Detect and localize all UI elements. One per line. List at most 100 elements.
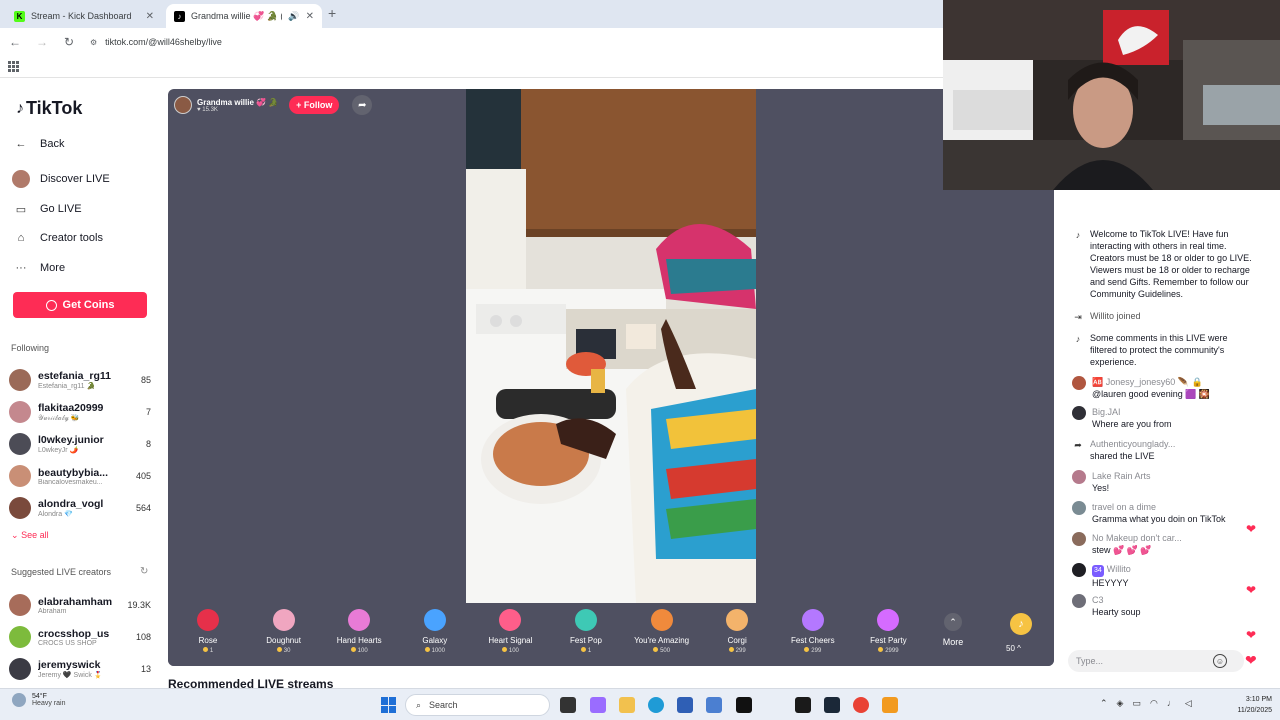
following-item[interactable]: flakitaa20999 𝒴𝓊𝓇𝒾𝒾𝒷𝒶𝒷𝓎 🐝 7 [9,398,151,426]
discover-live-link[interactable]: Discover LIVE [12,170,110,188]
network-icon[interactable]: ▭ [1132,698,1141,709]
chat-username[interactable]: Big.JAI [1092,406,1172,418]
gift-item[interactable]: Heart Signal 100 [475,609,545,654]
go-live-link[interactable]: ▭ Go LIVE [12,200,82,218]
gift-item[interactable]: You're Amazing 500 [627,609,697,654]
avatar[interactable] [1072,594,1086,608]
gift-item[interactable]: Fest Cheers 299 [778,609,848,654]
viewer-count: 19.3K [127,600,151,610]
following-item[interactable]: l0wkey.junior L0wkeyJr 🌶️ 8 [9,430,151,458]
tiktok-app-icon[interactable] [736,697,752,713]
suggested-item[interactable]: elabrahamham Abraham 19.3K [9,591,151,619]
more-gifts-button[interactable]: ⌃ More [938,609,968,647]
nav-label: Discover LIVE [40,173,110,185]
obs-icon[interactable] [795,697,811,713]
coins-balance-icon[interactable]: ♪ [1010,613,1032,635]
more-link[interactable]: ··· More [12,259,66,277]
see-all-link[interactable]: ⌄ See all [11,530,49,541]
back-icon[interactable]: ← [3,35,27,49]
gift-price: 100 [475,647,545,654]
app-icon[interactable] [882,697,898,713]
avatar [9,658,31,680]
security-icon[interactable]: ◈ [1117,698,1124,709]
address-bar[interactable]: ⚙ tiktok.com/@will46shelby/live [84,32,944,52]
get-coins-button[interactable]: Get Coins [13,292,147,318]
clock[interactable]: 3:10 PM 11/20/2025 [1224,694,1272,716]
wifi-icon[interactable]: ◠ [1150,698,1158,709]
chat-username[interactable]: No Makeup don't car... [1092,532,1182,544]
following-item[interactable]: alondra_vogl Alondra 💎 564 [9,494,151,522]
windows-start-icon[interactable] [381,697,397,713]
gift-item[interactable]: Corgi 299 [702,609,772,654]
rain-cloud-icon [12,693,26,707]
chat-username[interactable]: Lake Rain Arts [1092,470,1151,482]
chrome-icon[interactable] [853,697,869,713]
close-tab-icon[interactable]: ✕ [306,11,314,22]
steam-icon[interactable] [824,697,840,713]
back-link[interactable]: ← Back [12,135,65,153]
close-tab-icon[interactable]: ✕ [146,11,154,22]
avatar [9,497,31,519]
volume-icon[interactable]: ◁ [1185,698,1192,709]
avatar[interactable] [1072,406,1086,420]
gift-item[interactable]: Fest Pop 1 [551,609,621,654]
suggested-nickname: Jeremy 🖤 Swick 🎖️ [38,672,103,679]
creator-tools-link[interactable]: ⌂ Creator tools [12,229,103,247]
gift-item[interactable]: Galaxy 1000 [400,609,470,654]
store-icon[interactable] [677,697,693,713]
coins-balance[interactable]: 50 ^ [1006,644,1021,653]
emoji-icon[interactable]: ☺ [1213,654,1227,668]
following-item[interactable]: beautybybia... Biancalovesmakeu... 405 [9,462,151,490]
gift-name: Rose [198,636,218,645]
gift-price-value: 2999 [885,648,899,654]
browser-tab-tiktok[interactable]: ♪ Grandma willie 💞 🐊 (@wi 🔊 ✕ [166,4,322,28]
taskbar-search[interactable]: ⌕ Search [405,694,550,716]
task-view-icon[interactable] [560,697,576,713]
chat-username[interactable]: 34 Willito [1092,563,1131,577]
chat-username[interactable]: travel on a dime [1092,501,1226,513]
avatar[interactable] [1072,470,1086,484]
live-player[interactable]: Grandma willie 💞 🐊 ♥ 15.3K + Follow ➦ Ro… [168,89,1054,666]
follow-button[interactable]: + Follow [289,96,340,114]
forward-icon[interactable]: → [30,35,54,49]
avatar[interactable] [1072,563,1086,577]
nav-label: Back [40,138,65,150]
chat-username[interactable]: C3 [1092,594,1141,606]
chat-message: ♪ Some comments in this LIVE were filtere… [1072,332,1254,368]
chat-username[interactable]: 🆎 Jonesy_jonesy60 🪶 🔒 [1092,376,1210,388]
weather-widget[interactable]: 54°F Heavy rain [12,693,65,707]
chevron-up-icon[interactable]: ⌃ [1100,698,1108,709]
suggested-item[interactable]: jeremyswick Jeremy 🖤 Swick 🎖️ 13 [9,655,151,683]
gift-item[interactable]: Fest Party 2999 [853,609,923,654]
edge-icon[interactable] [648,697,664,713]
gift-item[interactable]: Doughnut 30 [249,609,319,654]
gift-item[interactable]: Rose 1 [173,609,243,654]
microphone-icon[interactable]: ♩ [1167,698,1176,709]
reload-icon[interactable]: ↻ [57,35,81,49]
refresh-icon[interactable]: ↻ [140,566,148,577]
file-explorer-icon[interactable] [619,697,635,713]
live-video[interactable] [466,89,756,603]
share-icon[interactable]: ➦ [352,95,373,115]
suggested-item[interactable]: crocsshop_us CROCS US SHOP 108 [9,623,151,651]
outlook-icon[interactable] [706,697,722,713]
avatar[interactable] [1072,532,1086,546]
nav-label: Go LIVE [40,203,82,215]
host-name[interactable]: Grandma willie 💞 🐊 [197,98,278,107]
new-tab-button[interactable]: + [328,5,336,21]
chat-username[interactable]: Authenticyounglady... [1090,438,1175,450]
following-item[interactable]: estefania_rg11 Estefania_rg11 🐊 85 [9,366,151,394]
audio-icon[interactable]: 🔊 [288,11,299,22]
viewer-count: 8 [145,439,151,449]
copilot-icon[interactable] [590,697,606,713]
avatar[interactable] [1072,376,1086,390]
url-text: tiktok.com/@will46shelby/live [105,37,222,47]
site-info-icon[interactable]: ⚙ [90,38,97,47]
browser-tab-kick[interactable]: K Stream - Kick Dashboard ✕ [6,4,162,28]
like-heart-icon[interactable]: ❤ [1245,652,1257,669]
host-avatar[interactable] [174,96,192,114]
apps-grid-icon[interactable] [8,61,19,72]
tiktok-logo[interactable]: ♪ TikTok [16,98,82,119]
gift-item[interactable]: Hand Hearts 100 [324,609,394,654]
avatar[interactable] [1072,501,1086,515]
